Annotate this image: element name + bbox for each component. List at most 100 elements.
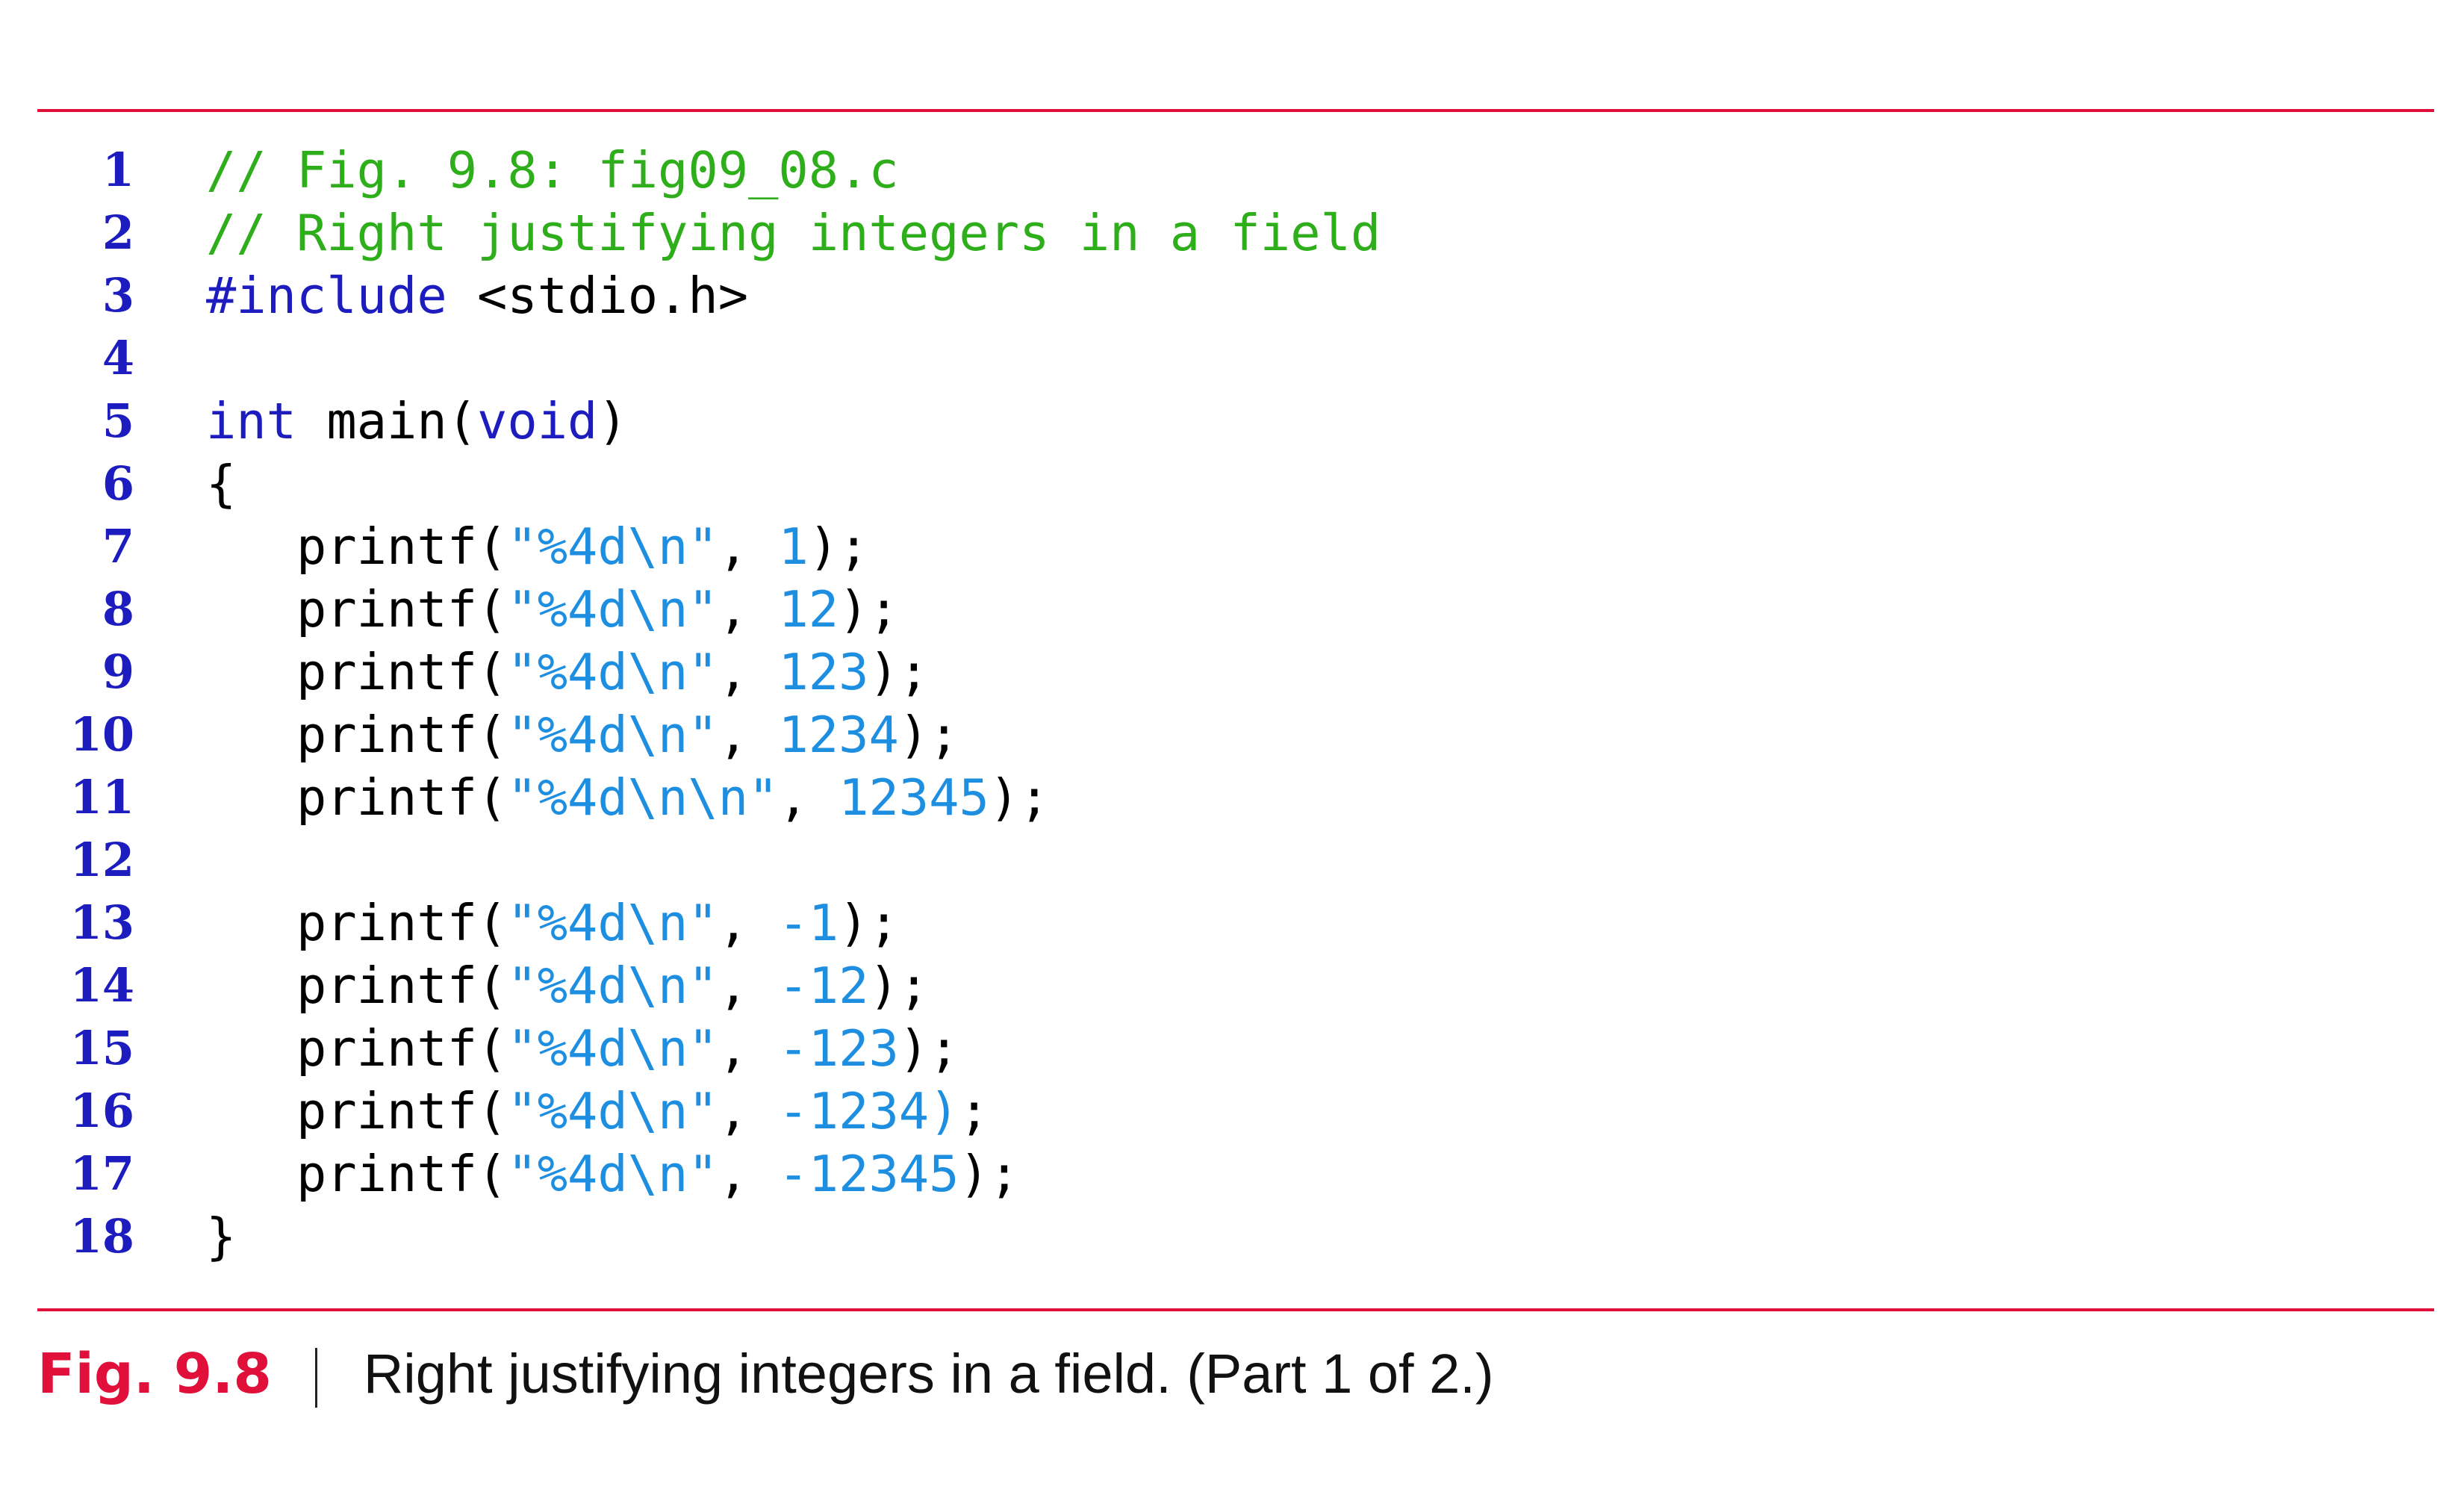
line-number: 3 — [102, 268, 134, 323]
code-token-plain: printf( — [206, 894, 508, 952]
code-line: 16 printf("%4d\n", -1234); — [0, 1080, 2464, 1143]
code-token-plain: <stdio.h> — [447, 267, 749, 325]
code-token-plain: printf( — [206, 1082, 508, 1140]
code-token-plain: { — [206, 455, 237, 513]
code-line: 12 — [0, 829, 2464, 892]
code-line: 2 // Right justifying integers in a field — [0, 202, 2464, 264]
code-token-plain: , — [718, 894, 779, 952]
bottom-rule — [37, 1308, 2434, 1311]
code-text: #include <stdio.h> — [206, 264, 748, 327]
code-line: 10 printf("%4d\n", 1234); — [0, 703, 2464, 766]
code-token-keyword: int — [206, 392, 297, 450]
code-token-plain: ); — [868, 643, 930, 701]
code-token-plain: , — [718, 1019, 779, 1078]
code-token-literal: "%4d\n" — [507, 957, 718, 1015]
code-token-plain: ; — [959, 1082, 989, 1140]
code-line: 18} — [0, 1205, 2464, 1268]
code-line: 9 printf("%4d\n", 123); — [0, 641, 2464, 703]
code-token-plain: printf( — [206, 643, 508, 701]
line-number: 4 — [102, 331, 134, 385]
code-text: } — [206, 1205, 236, 1268]
code-text: // Right justifying integers in a field — [206, 202, 1381, 264]
line-number: 11 — [69, 770, 134, 824]
code-text: printf("%4d\n", 1234); — [206, 703, 959, 766]
code-token-plain: printf( — [206, 706, 508, 764]
figure-caption-text: Right justifying integers in a field. (P… — [363, 1343, 1494, 1405]
figure-caption: Fig. 9.8 Right justifying integers in a f… — [37, 1337, 1493, 1411]
code-token-plain: , — [718, 957, 779, 1015]
code-token-literal: "%4d\n" — [507, 894, 718, 952]
code-line: 17 printf("%4d\n", -12345); — [0, 1143, 2464, 1205]
code-text: { — [206, 453, 236, 515]
code-token-literal: "%4d\n" — [507, 1082, 718, 1140]
caption-separator — [314, 1348, 317, 1408]
line-number: 13 — [69, 895, 134, 950]
line-number: 9 — [102, 644, 134, 699]
code-token-keyword: #include — [206, 267, 447, 325]
code-line: 8 printf("%4d\n", 12); — [0, 578, 2464, 641]
code-text: // Fig. 9.8: fig09_08.c — [206, 139, 899, 202]
code-token-literal: 1234 — [778, 706, 899, 764]
code-token-plain: printf( — [206, 580, 508, 638]
code-token-plain: printf( — [206, 1145, 508, 1203]
code-line: 3 #include <stdio.h> — [0, 264, 2464, 327]
code-line: 7 printf("%4d\n", 1); — [0, 515, 2464, 578]
code-token-plain: ); — [959, 1145, 1020, 1203]
code-token-comment: // Right justifying integers in a field — [206, 204, 1381, 262]
code-text: printf("%4d\n", 12); — [206, 578, 899, 641]
code-token-plain: ); — [898, 706, 959, 764]
code-token-literal: 12 — [778, 580, 839, 638]
code-token-plain: ); — [868, 957, 930, 1015]
code-token-literal: "%4d\n" — [507, 1019, 718, 1078]
code-token-plain: main( — [296, 392, 478, 450]
line-number: 7 — [102, 519, 134, 574]
code-token-literal: "%4d\n" — [507, 518, 718, 576]
line-number: 16 — [69, 1084, 134, 1138]
line-number: 17 — [69, 1146, 134, 1201]
code-token-literal: -1234) — [778, 1082, 959, 1140]
code-token-literal: "%4d\n" — [507, 1145, 718, 1203]
code-token-plain: ); — [839, 894, 899, 952]
line-number: 2 — [102, 205, 134, 260]
code-token-plain: ); — [898, 1019, 959, 1078]
code-token-plain: , — [778, 768, 839, 827]
code-text: printf("%4d\n", -123); — [206, 1017, 959, 1080]
code-line: 6{ — [0, 453, 2464, 515]
line-number: 15 — [69, 1021, 134, 1075]
code-token-plain: ); — [989, 768, 1050, 827]
code-token-plain: printf( — [206, 768, 508, 827]
code-line: 1 // Fig. 9.8: fig09_08.c — [0, 139, 2464, 202]
code-line: 4 — [0, 327, 2464, 390]
code-token-literal: "%4d\n" — [507, 580, 718, 638]
code-text: printf("%4d\n", 1); — [206, 515, 868, 578]
line-number: 18 — [69, 1209, 134, 1264]
code-token-plain: , — [718, 643, 779, 701]
code-text: printf("%4d\n", 123); — [206, 641, 929, 703]
line-number: 14 — [69, 958, 134, 1013]
code-token-plain: , — [718, 580, 779, 638]
code-line: 11 printf("%4d\n\n", 12345); — [0, 766, 2464, 829]
code-token-plain: , — [718, 1082, 779, 1140]
code-text: printf("%4d\n\n", 12345); — [206, 766, 1049, 829]
code-line: 15 printf("%4d\n", -123); — [0, 1017, 2464, 1080]
line-number: 6 — [102, 456, 134, 511]
code-line: 13 printf("%4d\n", -1); — [0, 892, 2464, 954]
code-token-literal: -1 — [778, 894, 839, 952]
code-token-plain: , — [718, 1145, 779, 1203]
code-line: 5 int main(void) — [0, 390, 2464, 453]
code-token-literal: -12 — [778, 957, 869, 1015]
code-token-plain: ); — [808, 518, 869, 576]
code-token-plain: printf( — [206, 518, 508, 576]
line-number: 8 — [102, 582, 134, 636]
code-text: printf("%4d\n", -1234); — [206, 1080, 989, 1143]
code-line: 14 printf("%4d\n", -12); — [0, 954, 2464, 1017]
code-token-literal: -12345 — [778, 1145, 959, 1203]
code-token-keyword: void — [477, 392, 598, 450]
code-token-literal: 123 — [778, 643, 869, 701]
code-token-plain: printf( — [206, 1019, 508, 1078]
code-token-plain: ) — [597, 392, 628, 450]
code-token-plain: printf( — [206, 957, 508, 1015]
code-token-literal: "%4d\n" — [507, 706, 718, 764]
code-text: int main(void) — [206, 390, 628, 453]
code-text: printf("%4d\n", -1); — [206, 892, 899, 954]
